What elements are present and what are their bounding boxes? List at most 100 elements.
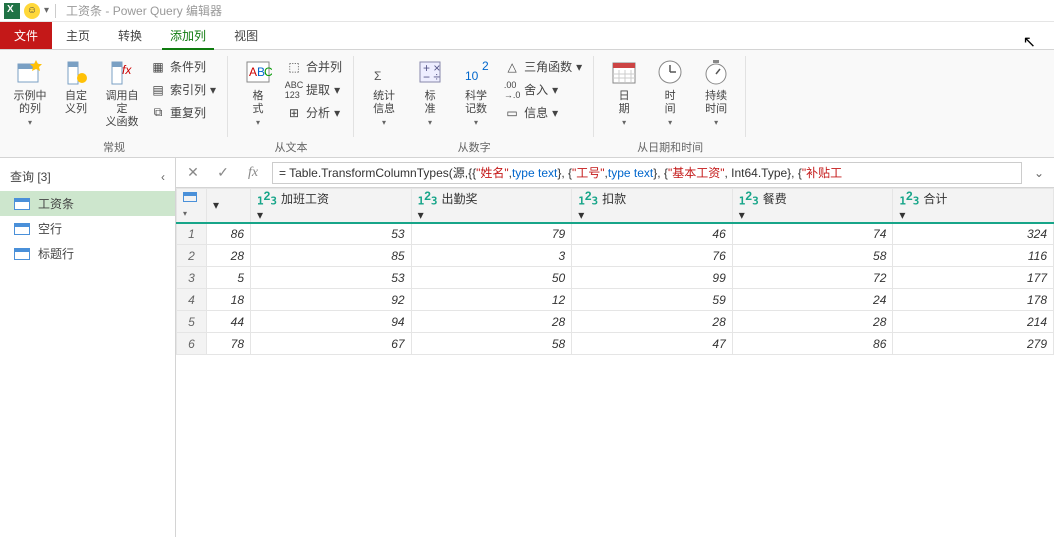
ribbon-group-datetime: 日 期▾ 时 间▾ 持续 时间▾ 从日期和时间 [594,50,746,157]
statistics-button[interactable]: Σ 统计 信息▾ [362,54,406,135]
format-button[interactable]: ABC 格 式▾ [236,54,280,135]
cell[interactable]: 59 [572,289,733,311]
collapse-icon[interactable]: ‹ [161,170,165,184]
expand-formula-button[interactable]: ⌄ [1030,166,1048,180]
conditional-column-button[interactable]: ▦条件列 [146,56,220,77]
table-row[interactable]: 41892125924178 [177,289,1054,311]
cell[interactable]: 85 [251,245,412,267]
data-grid-wrap[interactable]: ▾ ▾ 123加班工资▾123出勤奖▾123扣款▾123餐费▾123合计▾ 18… [176,188,1054,537]
row-number[interactable]: 6 [177,333,207,355]
cell[interactable]: 86 [732,333,893,355]
cell[interactable]: 28 [411,311,572,333]
cell[interactable]: 50 [411,267,572,289]
tab-home[interactable]: 主页 [52,22,104,49]
tab-add-column[interactable]: 添加列 [156,22,220,49]
column-header[interactable]: 123加班工资▾ [251,189,412,223]
cell[interactable]: 5 [207,267,251,289]
row-number[interactable]: 1 [177,223,207,245]
cell[interactable]: 3 [411,245,572,267]
column-header[interactable]: 123餐费▾ [732,189,893,223]
tab-transform[interactable]: 转换 [104,22,156,49]
conditional-icon: ▦ [150,59,166,75]
cell[interactable]: 24 [732,289,893,311]
cell[interactable]: 28 [207,245,251,267]
cell[interactable]: 58 [732,245,893,267]
cell[interactable]: 12 [411,289,572,311]
row-number[interactable]: 3 [177,267,207,289]
qat-dropdown-icon[interactable]: ▾ [44,5,49,16]
scientific-button[interactable]: 102 科学 记数▾ [454,54,498,135]
cancel-formula-button[interactable]: ✕ [182,162,204,184]
column-header[interactable]: 123出勤奖▾ [411,189,572,223]
custom-column-button[interactable]: 自定 义列 [54,54,98,135]
cell[interactable]: 279 [893,333,1054,355]
cell[interactable]: 76 [572,245,733,267]
cell[interactable]: 94 [251,311,412,333]
extract-button[interactable]: ABC123提取 ▾ [282,79,346,100]
standard-button[interactable]: + ×− ÷ 标 准▾ [408,54,452,135]
cell[interactable]: 18 [207,289,251,311]
filter-dropdown-icon[interactable]: ▾ [257,208,263,222]
query-item[interactable]: 空行 [0,216,175,241]
date-button[interactable]: 日 期▾ [602,54,646,135]
query-item[interactable]: 工资条 [0,191,175,216]
formula-input[interactable]: = Table.TransformColumnTypes(源,{{"姓名", t… [272,162,1022,184]
cell[interactable]: 178 [893,289,1054,311]
cell[interactable]: 86 [207,223,251,245]
cell[interactable]: 92 [251,289,412,311]
merge-columns-button[interactable]: ⬚合并列 [282,56,346,77]
cell[interactable]: 28 [732,311,893,333]
cell[interactable]: 47 [572,333,733,355]
query-item[interactable]: 标题行 [0,241,175,266]
filter-dropdown-icon[interactable]: ▾ [418,208,424,222]
time-button[interactable]: 时 间▾ [648,54,692,135]
information-button[interactable]: ▭信息 ▾ [500,102,586,123]
filter-dropdown-icon[interactable]: ▾ [213,198,219,212]
row-number[interactable]: 4 [177,289,207,311]
table-row[interactable]: 67867584786279 [177,333,1054,355]
cell[interactable]: 53 [251,223,412,245]
cell[interactable]: 53 [251,267,412,289]
row-number[interactable]: 5 [177,311,207,333]
select-all-corner[interactable]: ▾ [177,189,207,223]
smiley-icon[interactable]: ☺ [24,3,40,19]
tab-file[interactable]: 文件 [0,22,52,49]
cell[interactable]: 99 [572,267,733,289]
table-row[interactable]: 3553509972177 [177,267,1054,289]
filter-dropdown-icon[interactable]: ▾ [899,208,905,222]
index-column-button[interactable]: ▤索引列 ▾ [146,79,220,100]
filter-dropdown-icon[interactable]: ▾ [739,208,745,222]
column-from-examples-button[interactable]: 示例中 的列▾ [8,54,52,135]
parse-button[interactable]: ⊞分析 ▾ [282,102,346,123]
cell[interactable]: 78 [207,333,251,355]
cell[interactable]: 74 [732,223,893,245]
column-header[interactable]: ▾ [207,189,251,223]
cell[interactable]: 67 [251,333,412,355]
cell[interactable]: 324 [893,223,1054,245]
cell[interactable]: 28 [572,311,733,333]
cell[interactable]: 58 [411,333,572,355]
trig-button[interactable]: △三角函数 ▾ [500,56,586,77]
column-header[interactable]: 123扣款▾ [572,189,733,223]
cell[interactable]: 116 [893,245,1054,267]
column-header[interactable]: 123合计▾ [893,189,1054,223]
filter-dropdown-icon[interactable]: ▾ [578,208,584,222]
cell[interactable]: 214 [893,311,1054,333]
accept-formula-button[interactable]: ✓ [212,162,234,184]
cell[interactable]: 79 [411,223,572,245]
fx-icon[interactable]: fx [242,162,264,184]
table-row[interactable]: 2288537658116 [177,245,1054,267]
invoke-custom-function-button[interactable]: fx 调用自定 义函数 [100,54,144,135]
rounding-button[interactable]: .00→.0舍入 ▾ [500,79,586,100]
duration-button[interactable]: 持续 时间▾ [694,54,738,135]
row-number[interactable]: 2 [177,245,207,267]
tab-view[interactable]: 视图 [220,22,272,49]
cell[interactable]: 44 [207,311,251,333]
query-label: 标题行 [38,245,74,262]
cell[interactable]: 72 [732,267,893,289]
cell[interactable]: 46 [572,223,733,245]
cell[interactable]: 177 [893,267,1054,289]
duplicate-column-button[interactable]: ⧉重复列 [146,102,220,123]
table-row[interactable]: 54494282828214 [177,311,1054,333]
table-row[interactable]: 18653794674324 [177,223,1054,245]
